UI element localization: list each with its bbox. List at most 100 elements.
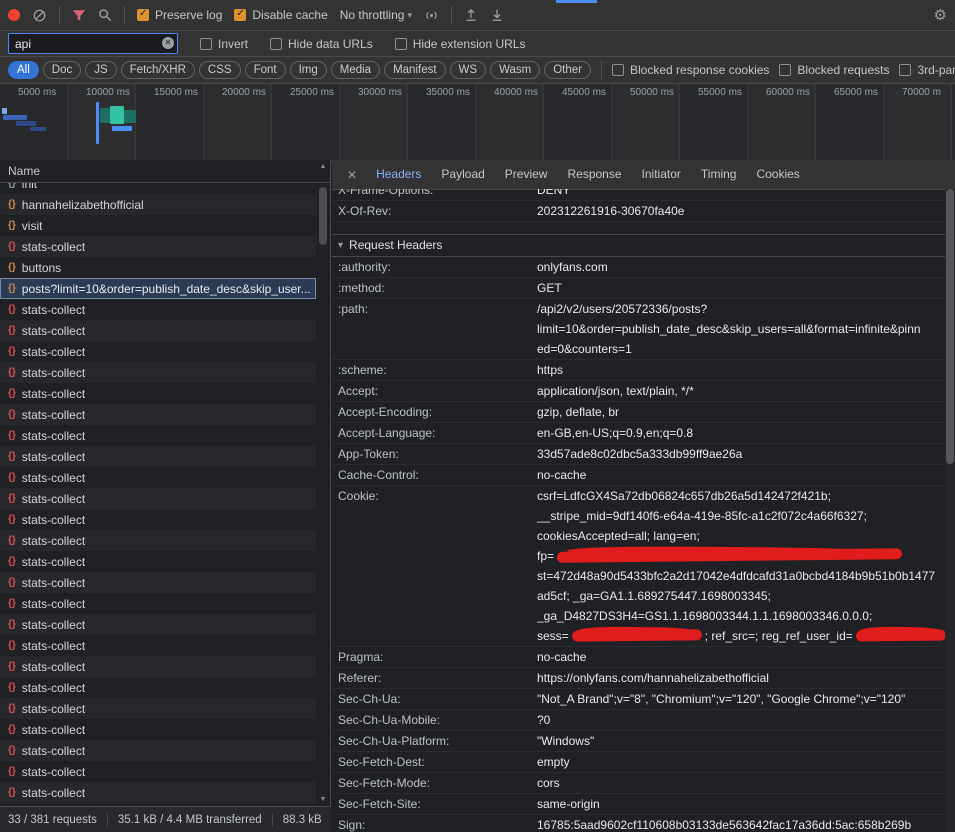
hide-data-urls-checkbox[interactable]: Hide data URLs <box>270 37 373 51</box>
request-row[interactable]: {}stats-collect <box>0 509 316 530</box>
name-column-header[interactable]: Name <box>0 160 330 183</box>
type-filter-doc[interactable]: Doc <box>43 61 81 79</box>
throttling-value: No throttling <box>340 8 405 22</box>
invert-checkbox[interactable]: Invert <box>200 37 248 51</box>
record-button[interactable] <box>8 9 20 21</box>
request-row[interactable]: {}stats-collect <box>0 551 316 572</box>
blocked-requests-checkbox[interactable]: Blocked requests <box>779 63 889 77</box>
request-row[interactable]: {}stats-collect <box>0 740 316 761</box>
request-row[interactable]: {}stats-collect <box>0 425 316 446</box>
request-row[interactable]: {}stats-collect <box>0 719 316 740</box>
type-filter-wasm[interactable]: Wasm <box>490 61 540 79</box>
network-conditions-icon[interactable] <box>424 8 439 23</box>
header-value: "Not_A Brand";v="8", "Chromium";v="120",… <box>537 689 945 709</box>
settings-gear-icon[interactable]: ⚙ <box>934 8 947 23</box>
header-value: cors <box>537 773 945 793</box>
disable-cache-label: Disable cache <box>252 8 327 22</box>
resources-size: 88.3 kB <box>283 814 322 826</box>
request-row[interactable]: {}stats-collect <box>0 488 316 509</box>
request-list: {}init{}hannahelizabethofficial{}visit {}… <box>0 183 316 806</box>
request-name: stats-collect <box>22 555 85 569</box>
request-row[interactable]: {}stats-collect <box>0 593 316 614</box>
request-row[interactable]: {}stats-collect <box>0 299 316 320</box>
request-row[interactable]: {}stats-collect <box>0 761 316 782</box>
clear-filter-icon[interactable]: ✕ <box>162 37 174 49</box>
request-row[interactable]: {}init <box>0 183 316 194</box>
request-row[interactable]: {}posts?limit=10&order=publish_date_desc… <box>0 278 316 299</box>
request-row[interactable]: {}stats-collect <box>0 698 316 719</box>
scrollbar-thumb[interactable] <box>319 187 327 245</box>
type-filter-font[interactable]: Font <box>245 61 286 79</box>
request-row[interactable]: {}stats-collect <box>0 614 316 635</box>
toolbar-divider <box>59 6 60 24</box>
scroll-down-icon[interactable]: ▼ <box>317 794 329 805</box>
close-details-icon[interactable]: ✕ <box>338 168 366 182</box>
request-row[interactable]: {}hannahelizabethofficial <box>0 194 316 215</box>
timeline-gridline <box>951 84 952 160</box>
filter-input[interactable] <box>9 37 177 51</box>
type-filter-css[interactable]: CSS <box>199 61 241 79</box>
disable-cache-checkbox[interactable]: Disable cache <box>234 8 327 22</box>
request-row[interactable]: {}visit <box>0 215 316 236</box>
request-row[interactable]: {}buttons <box>0 257 316 278</box>
request-row[interactable]: {}stats-collect <box>0 383 316 404</box>
request-name: stats-collect <box>22 345 85 359</box>
tab-headers[interactable]: Headers <box>366 160 431 189</box>
third-party-requests-checkbox[interactable]: 3rd-party requests <box>899 63 955 77</box>
search-icon[interactable] <box>98 8 112 22</box>
request-row[interactable]: {}stats-collect <box>0 656 316 677</box>
request-row[interactable]: {}stats-collect <box>0 362 316 383</box>
header-value-line: 33d57ade8c02dbc5a333db99ff9ae26a <box>537 444 945 464</box>
type-filter-all[interactable]: All <box>8 61 39 79</box>
tab-timing[interactable]: Timing <box>691 160 747 189</box>
scroll-up-icon[interactable]: ▲ <box>317 161 329 172</box>
type-filter-other[interactable]: Other <box>544 61 591 79</box>
request-row[interactable]: {}stats-collect <box>0 404 316 425</box>
tab-preview[interactable]: Preview <box>495 160 558 189</box>
request-row[interactable]: {}stats-collect <box>0 677 316 698</box>
throttling-dropdown[interactable]: No throttling ▾ <box>340 8 412 22</box>
request-headers-section[interactable]: ▾ Request Headers <box>332 234 945 257</box>
filter-icon[interactable] <box>72 9 86 22</box>
blocked-response-cookies-checkbox[interactable]: Blocked response cookies <box>612 63 769 77</box>
header-value: 16785:5aad9602cf110608b03133de563642fac1… <box>537 815 945 832</box>
type-filter-manifest[interactable]: Manifest <box>384 61 445 79</box>
request-row[interactable]: {}stats-collect <box>0 467 316 488</box>
header-value: 202312261916-30670fa40e <box>537 201 945 221</box>
section-title: Request Headers <box>349 235 442 256</box>
clear-network-log-button[interactable] <box>32 8 47 23</box>
tab-payload[interactable]: Payload <box>431 160 494 189</box>
tab-response[interactable]: Response <box>557 160 631 189</box>
scrollbar-thumb[interactable] <box>946 189 954 464</box>
details-scrollbar[interactable] <box>945 189 955 832</box>
timeline-overview[interactable]: 5000 ms10000 ms15000 ms20000 ms25000 ms3… <box>0 84 955 161</box>
import-har-icon[interactable] <box>464 8 478 22</box>
tab-cookies[interactable]: Cookies <box>746 160 809 189</box>
preserve-log-label: Preserve log <box>155 8 222 22</box>
request-row[interactable]: {}stats-collect <box>0 572 316 593</box>
request-row[interactable]: {}stats-collect <box>0 446 316 467</box>
request-row[interactable]: {}stats-collect <box>0 782 316 803</box>
tab-initiator[interactable]: Initiator <box>632 160 691 189</box>
hide-extension-urls-checkbox[interactable]: Hide extension URLs <box>395 37 526 51</box>
details-tabs: HeadersPayloadPreviewResponseInitiatorTi… <box>366 160 810 189</box>
type-filter-media[interactable]: Media <box>331 61 380 79</box>
preserve-log-checkbox[interactable]: Preserve log <box>137 8 222 22</box>
request-headers-list: :authority:onlyfans.com:method:GET:path:… <box>332 257 945 832</box>
request-name: stats-collect <box>22 450 85 464</box>
type-filter-img[interactable]: Img <box>290 61 327 79</box>
type-filter-js[interactable]: JS <box>85 61 116 79</box>
request-name: stats-collect <box>22 765 85 779</box>
request-row[interactable]: {}stats-collect <box>0 236 316 257</box>
export-har-icon[interactable] <box>490 8 504 22</box>
request-row[interactable]: {}stats-collect <box>0 635 316 656</box>
type-filter-fetch-xhr[interactable]: Fetch/XHR <box>121 61 195 79</box>
request-row[interactable]: {}stats-collect <box>0 341 316 362</box>
header-row: Sign:16785:5aad9602cf110608b03133de56364… <box>332 815 945 832</box>
request-list-scrollbar[interactable]: ▲ ▼ <box>317 161 329 805</box>
request-row[interactable]: {}stats-collect <box>0 320 316 341</box>
request-name: stats-collect <box>22 786 85 800</box>
type-filter-ws[interactable]: WS <box>450 61 487 79</box>
header-row: :scheme:https <box>332 360 945 381</box>
request-row[interactable]: {}stats-collect <box>0 530 316 551</box>
